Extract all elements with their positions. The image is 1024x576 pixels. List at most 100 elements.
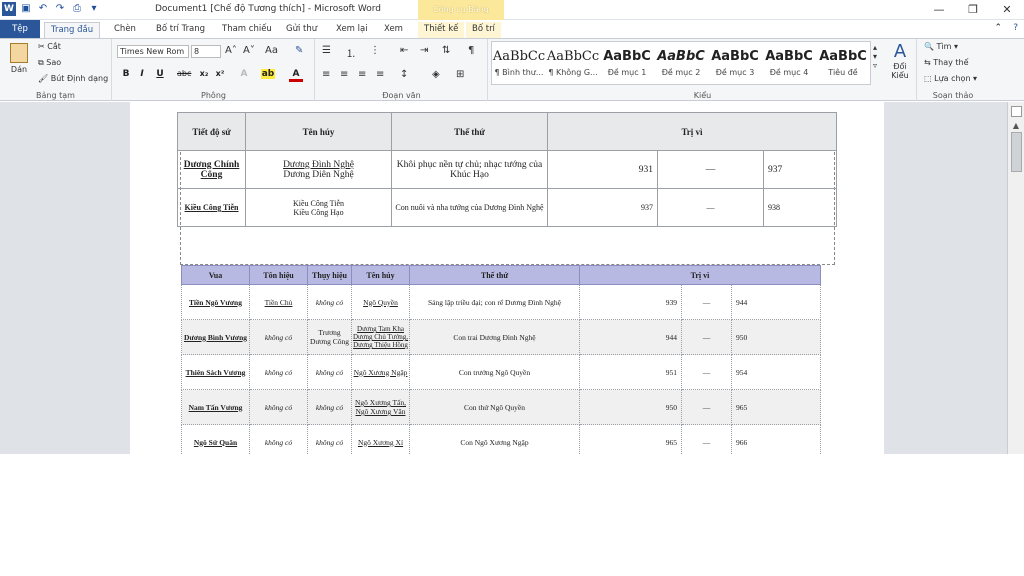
minimize-button[interactable]: — xyxy=(922,0,956,20)
table-cell[interactable]: Ngô Sứ Quân xyxy=(181,424,250,454)
tab-references[interactable]: Tham chiếu xyxy=(216,22,278,39)
italic-button[interactable]: I xyxy=(135,69,149,79)
vertical-scrollbar[interactable]: ▲ xyxy=(1007,102,1024,454)
align-right-icon[interactable]: ≡ xyxy=(358,69,366,80)
tab-file[interactable]: Tệp xyxy=(0,20,40,38)
style-title[interactable]: AaBbC Tiêu đề xyxy=(816,46,870,77)
table-cell[interactable]: — xyxy=(681,389,732,425)
style-heading-3[interactable]: AaBbC Đề mục 3 xyxy=(708,46,762,77)
table-cell[interactable]: Sáng lập triều đại; con rể Dương Đình Ng… xyxy=(409,284,580,320)
table-cell[interactable]: Con trai Dương Đình Nghệ xyxy=(409,319,580,355)
style-heading-1[interactable]: AaBbC Đề mục 1 xyxy=(600,46,654,77)
print-preview-icon[interactable]: ⎙ xyxy=(70,2,84,16)
clear-formatting-icon[interactable]: ✎ xyxy=(295,45,303,56)
tab-mailings[interactable]: Gửi thư xyxy=(280,22,323,39)
table-cell[interactable]: Kiều Công Tiễn Kiều Công Hạo xyxy=(245,188,392,227)
cut-button[interactable]: ✂ Cắt xyxy=(38,42,61,51)
table-cell[interactable]: 954 xyxy=(731,354,821,390)
table-cell[interactable]: — xyxy=(681,319,732,355)
table-cell[interactable]: Dương Đình Nghệ Dương Diên Nghệ xyxy=(245,150,392,189)
table-cell[interactable]: Dương Bình Vương xyxy=(181,319,250,355)
table-cell[interactable]: Tiền Chủ xyxy=(249,284,308,320)
format-painter-button[interactable]: 🖌 Bút Định dạng xyxy=(38,74,108,83)
close-button[interactable]: ✕ xyxy=(990,0,1024,20)
tab-home[interactable]: Trang đầu xyxy=(44,22,101,39)
table-header-cell[interactable]: Tên húy xyxy=(351,265,410,285)
table-cell[interactable]: — xyxy=(657,150,764,189)
table-cell[interactable]: không có xyxy=(307,389,352,425)
table-cell[interactable]: 966 xyxy=(731,424,821,454)
tab-insert[interactable]: Chèn xyxy=(108,22,142,39)
table-cell[interactable]: Khôi phục nền tự chủ; nhạc tướng của Khú… xyxy=(391,150,548,189)
style-normal[interactable]: AaBbCc ¶ Bình thư... xyxy=(492,46,546,77)
numbering-icon[interactable]: ⒈ xyxy=(346,45,356,60)
copy-button[interactable]: ⧉ Sao xyxy=(38,58,61,68)
customize-toolbar-icon[interactable]: ▾ xyxy=(87,2,101,16)
table-cell[interactable]: — xyxy=(681,354,732,390)
table-header-cell[interactable]: Tiết độ sứ xyxy=(177,112,246,151)
table-vua-ngo[interactable]: Vua Tôn hiệu Thụy hiệu Tên húy Thế thứ T… xyxy=(181,265,821,454)
redo-icon[interactable]: ↷ xyxy=(53,2,67,16)
paste-button[interactable]: Dán xyxy=(6,43,32,74)
font-color-icon[interactable]: A xyxy=(289,69,303,82)
table-cell[interactable]: không có xyxy=(249,424,308,454)
scroll-thumb[interactable] xyxy=(1010,132,1022,172)
table-cell[interactable]: không có xyxy=(249,354,308,390)
table-cell[interactable]: Ngô Quyền xyxy=(351,284,410,320)
decrease-indent-icon[interactable]: ⇤ xyxy=(400,45,408,56)
table-cell[interactable]: Thiên Sách Vương xyxy=(181,354,250,390)
style-no-spacing[interactable]: AaBbCc ¶ Không G... xyxy=(546,46,600,77)
find-button[interactable]: 🔍 Tìm ▾ xyxy=(924,42,958,51)
grow-font-icon[interactable]: A˄ xyxy=(225,45,237,56)
line-spacing-icon[interactable]: ↕ xyxy=(400,69,408,80)
tab-table-layout[interactable]: Bố trí xyxy=(466,22,501,39)
table-header-cell[interactable]: Trị vì xyxy=(579,265,821,285)
multilevel-list-icon[interactable]: ⋮ xyxy=(370,45,380,56)
bullets-icon[interactable]: ☰ xyxy=(322,45,331,56)
table-header-cell[interactable]: Thế thứ xyxy=(409,265,580,285)
align-center-icon[interactable]: ≡ xyxy=(340,69,348,80)
restore-button[interactable]: ❐ xyxy=(956,0,990,20)
superscript-button[interactable]: x² xyxy=(213,69,227,78)
table-cell[interactable]: Trương Dương Công xyxy=(307,319,352,355)
table-cell[interactable]: 965 xyxy=(731,389,821,425)
document-page[interactable]: Tiết độ sứ Tên húy Thế thứ Trị vì Dương … xyxy=(130,102,884,454)
font-name-box[interactable]: Times New Rom xyxy=(117,45,189,58)
table-header-cell[interactable]: Vua xyxy=(181,265,250,285)
replace-button[interactable]: ⇆ Thay thế xyxy=(924,58,969,67)
table-cell[interactable]: Con trưởng Ngô Quyền xyxy=(409,354,580,390)
table-cell[interactable]: Con nuôi và nha tướng của Dương Đình Ngh… xyxy=(391,188,548,227)
table-header-cell[interactable]: Trị vì xyxy=(547,112,837,151)
table-cell[interactable]: 950 xyxy=(579,389,682,425)
save-icon[interactable]: ▣ xyxy=(19,2,33,16)
table-header-cell[interactable]: Thụy hiệu xyxy=(307,265,352,285)
select-button[interactable]: ⬚ Lựa chọn ▾ xyxy=(924,74,977,83)
table-cell[interactable]: không có xyxy=(307,354,352,390)
table-header-cell[interactable]: Tôn hiệu xyxy=(249,265,308,285)
table-cell[interactable]: không có xyxy=(307,424,352,454)
align-left-icon[interactable]: ≡ xyxy=(322,69,330,80)
style-heading-4[interactable]: AaBbC Đề mục 4 xyxy=(762,46,816,77)
table-cell[interactable]: Ngô Xương Ngập xyxy=(351,354,410,390)
table-cell[interactable]: Con Ngô Xương Ngập xyxy=(409,424,580,454)
table-cell[interactable]: Dương Chính Công xyxy=(177,150,246,189)
table-cell[interactable]: Nam Tấn Vương xyxy=(181,389,250,425)
table-cell[interactable]: không có xyxy=(249,389,308,425)
subscript-button[interactable]: x₂ xyxy=(197,69,211,78)
strikethrough-button[interactable]: abc xyxy=(177,69,191,78)
table-cell[interactable]: 938 xyxy=(763,188,837,227)
table-cell[interactable]: Con thứ Ngô Quyền xyxy=(409,389,580,425)
table-cell[interactable]: 937 xyxy=(547,188,658,227)
style-heading-2[interactable]: AaBbC Đề mục 2 xyxy=(654,46,708,77)
tab-review[interactable]: Xem lại xyxy=(330,22,374,39)
table-cell[interactable]: không có xyxy=(307,284,352,320)
table-header-cell[interactable]: Tên húy xyxy=(245,112,392,151)
borders-icon[interactable]: ⊞ xyxy=(456,69,464,80)
show-formatting-marks-icon[interactable]: ¶ xyxy=(468,45,474,56)
table-cell[interactable]: 950 xyxy=(731,319,821,355)
table-cell[interactable]: — xyxy=(657,188,764,227)
help-icon[interactable]: ? xyxy=(1013,23,1018,33)
table-cell[interactable]: 951 xyxy=(579,354,682,390)
table-cell[interactable]: 965 xyxy=(579,424,682,454)
table-cell[interactable]: Ngô Xương Xí xyxy=(351,424,410,454)
